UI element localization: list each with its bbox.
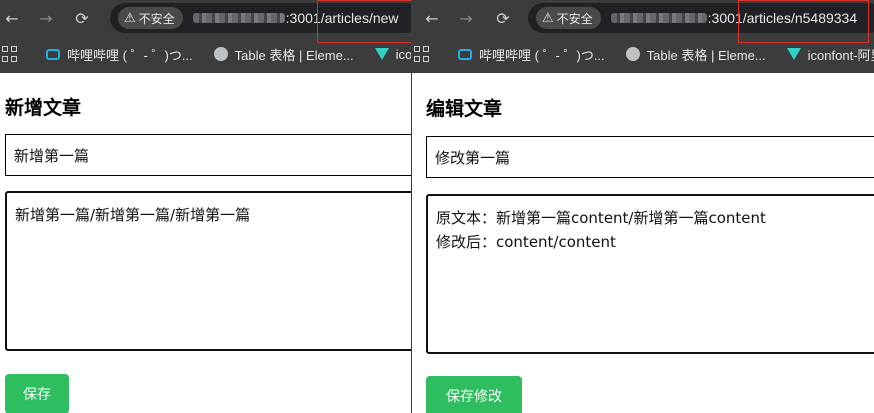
browser-window-new-article: ← → ⟳ ⚠ 不安全 :3001/articles/new 哔哩哔哩 (゜-… — [0, 0, 411, 413]
reload-icon[interactable]: ⟳ — [491, 6, 515, 30]
security-label: 不安全 — [556, 11, 593, 26]
bookmark-label: iconfont-阿里 — [807, 47, 874, 63]
security-chip[interactable]: ⚠ 不安全 — [118, 7, 183, 29]
bookmark-label: iconfc — [395, 46, 411, 62]
reload-icon[interactable]: ⟳ — [70, 6, 94, 30]
iconfont-icon — [374, 46, 390, 62]
warning-triangle-icon: ⚠ — [542, 10, 554, 25]
browser-toolbar: ← → ⟳ ⚠ 不安全 :3001/articles/n5489334 — [412, 0, 874, 43]
bilibili-icon — [457, 46, 473, 62]
browser-chrome: ← → ⟳ ⚠ 不安全 :3001/articles/n5489334 哔哩哔哩… — [412, 0, 874, 73]
bookmark-label: 哔哩哔哩 ( ゜- ゜)つ... — [67, 47, 193, 63]
bookmark-iconfont[interactable]: iconfc — [374, 46, 411, 62]
browser-window-edit-article: ← → ⟳ ⚠ 不安全 :3001/articles/n5489334 哔哩哔哩… — [412, 0, 874, 413]
page-content: 编辑文章 修改第一篇 原文本：新增第一篇content/新增第一篇content… — [412, 73, 874, 413]
browser-chrome: ← → ⟳ ⚠ 不安全 :3001/articles/new 哔哩哔哩 (゜-… — [0, 0, 411, 73]
page-title: 编辑文章 — [426, 98, 503, 120]
bookmark-label: 哔哩哔哩 ( ゜- ゜)つ... — [479, 47, 605, 63]
bilibili-icon — [45, 46, 61, 62]
globe-icon — [213, 46, 229, 62]
redacted-host — [192, 13, 285, 23]
bookmark-bilibili[interactable]: 哔哩哔哩 ( ゜- ゜)つ... — [45, 45, 193, 64]
security-chip[interactable]: ⚠ 不安全 — [536, 7, 601, 29]
back-arrow-icon[interactable]: ← — [0, 6, 24, 30]
bookmark-element-table[interactable]: Table 表格 | Eleme... — [625, 45, 766, 64]
bookmark-label: Table 表格 | Eleme... — [234, 47, 354, 63]
article-title-input[interactable]: 修改第一篇 — [426, 136, 874, 178]
page-content: 新增文章 新增第一篇 新增第一篇/新增第一篇/新增第一篇 保存 — [0, 73, 411, 413]
bookmark-iconfont[interactable]: iconfont-阿里 — [786, 45, 874, 64]
apps-grid-icon[interactable] — [414, 46, 429, 62]
bookmarks-bar: 哔哩哔哩 ( ゜- ゜)つ... Table 表格 | Eleme... ico… — [0, 38, 411, 70]
content-line: 修改后：content/content — [436, 233, 616, 251]
browser-toolbar: ← → ⟳ ⚠ 不安全 :3001/articles/new — [0, 0, 411, 43]
article-title-input[interactable]: 新增第一篇 — [5, 134, 411, 176]
bookmark-label: Table 表格 | Eleme... — [646, 47, 766, 63]
content-line: 新增第一篇/新增第一篇/新增第一篇 — [15, 206, 251, 224]
bookmark-element-table[interactable]: Table 表格 | Eleme... — [213, 45, 354, 64]
content-line: 原文本：新增第一篇content/新增第一篇content — [436, 209, 766, 227]
save-button[interactable]: 保存 — [5, 374, 69, 413]
apps-grid-icon[interactable] — [2, 46, 17, 62]
save-changes-button[interactable]: 保存修改 — [426, 376, 522, 413]
forward-arrow-icon[interactable]: → — [454, 6, 478, 30]
warning-triangle-icon: ⚠ — [124, 10, 136, 25]
article-content-textarea[interactable]: 新增第一篇/新增第一篇/新增第一篇 — [5, 191, 411, 351]
bookmarks-bar: 哔哩哔哩 ( ゜- ゜)つ... Table 表格 | Eleme... ico… — [412, 38, 874, 70]
bookmark-bilibili[interactable]: 哔哩哔哩 ( ゜- ゜)つ... — [457, 45, 605, 64]
back-arrow-icon[interactable]: ← — [420, 6, 444, 30]
iconfont-icon — [786, 46, 802, 62]
url-highlight-box — [738, 0, 869, 43]
forward-arrow-icon[interactable]: → — [34, 6, 58, 30]
redacted-host — [610, 13, 707, 23]
globe-icon — [625, 46, 641, 62]
url-highlight-box — [317, 0, 411, 43]
security-label: 不安全 — [138, 11, 175, 26]
article-content-textarea[interactable]: 原文本：新增第一篇content/新增第一篇content 修改后：conten… — [426, 194, 874, 354]
page-title: 新增文章 — [5, 97, 82, 119]
